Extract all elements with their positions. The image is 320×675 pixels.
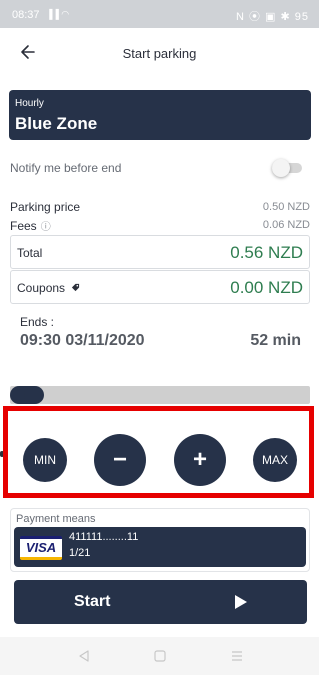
info-icon[interactable]: ⓘ bbox=[41, 218, 51, 233]
top-bar: Start parking bbox=[0, 28, 319, 78]
ends-label: Ends : bbox=[20, 315, 55, 329]
parking-price-value: 0.50 NZD bbox=[262, 201, 310, 213]
fees-label: Fees bbox=[10, 219, 37, 233]
payment-method[interactable]: VISA 411111........11 1/21 bbox=[14, 527, 306, 567]
toggle-knob bbox=[272, 159, 290, 177]
zone-card[interactable]: Hourly Blue Zone bbox=[9, 90, 311, 140]
duration-slider[interactable] bbox=[10, 386, 310, 404]
ends-duration: 52 min bbox=[250, 332, 301, 349]
status-icons: N ⦿ ▣ ✱ 95 bbox=[235, 11, 309, 23]
play-icon bbox=[235, 595, 247, 609]
zone-name: Blue Zone bbox=[15, 114, 98, 133]
parking-price-label: Parking price bbox=[10, 200, 81, 214]
menu-lines-icon[interactable] bbox=[230, 649, 244, 663]
max-button[interactable]: MAX bbox=[253, 438, 297, 482]
nav-bar bbox=[0, 637, 319, 675]
payment-label: Payment means bbox=[16, 513, 96, 525]
visa-logo: VISA bbox=[20, 536, 62, 560]
tag-icon bbox=[72, 283, 80, 292]
min-button[interactable]: MIN bbox=[23, 438, 67, 482]
minus-button[interactable]: − bbox=[94, 434, 146, 486]
triangle-back-icon[interactable] bbox=[77, 649, 91, 663]
coupons-label: Coupons bbox=[17, 281, 66, 295]
square-home-icon[interactable] bbox=[153, 649, 167, 663]
start-label: Start bbox=[74, 593, 111, 610]
fees-row: Fees ⓘ bbox=[10, 218, 51, 233]
page-title: Start parking bbox=[122, 46, 197, 61]
notify-label: Notify me before end bbox=[10, 161, 122, 175]
notify-toggle[interactable] bbox=[272, 159, 302, 177]
payment-card: Payment means VISA 411111........11 1/21 bbox=[10, 508, 310, 572]
status-time: 08:37 bbox=[12, 9, 40, 21]
total-value: 0.56 NZD bbox=[230, 243, 303, 262]
plus-button[interactable]: + bbox=[174, 434, 226, 486]
visa-logo-text: VISA bbox=[25, 540, 57, 555]
coupons-box[interactable]: Coupons 0.00 NZD bbox=[10, 270, 310, 304]
card-expiry: 1/21 bbox=[69, 547, 91, 559]
ends-datetime: 09:30 03/11/2020 bbox=[20, 332, 145, 349]
start-button[interactable]: Start bbox=[14, 580, 307, 624]
coupons-value: 0.00 NZD bbox=[230, 278, 303, 297]
status-bar: 08:37 ▐▐ ◠ N ⦿ ▣ ✱ 95 bbox=[0, 0, 319, 28]
zone-type: Hourly bbox=[15, 98, 44, 109]
fees-value: 0.06 NZD bbox=[262, 219, 310, 231]
signal-icon: ▐▐ ◠ bbox=[46, 9, 70, 19]
card-number: 411111........11 bbox=[69, 531, 139, 543]
coupons-row-label: Coupons bbox=[17, 281, 80, 295]
total-label: Total bbox=[17, 246, 43, 260]
slider-thumb[interactable] bbox=[24, 386, 44, 404]
total-box: Total 0.56 NZD bbox=[10, 235, 310, 269]
